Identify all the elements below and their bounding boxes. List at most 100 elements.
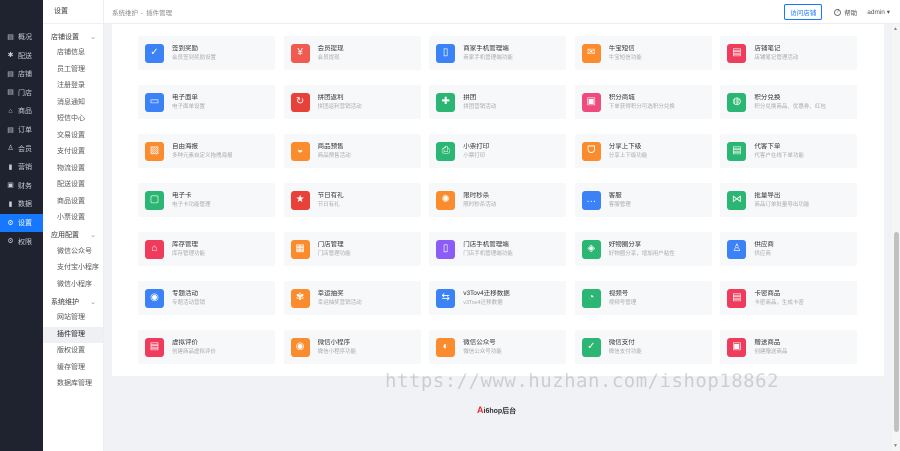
plugin-card[interactable]: ↻ 拼团返利 拼团返利营销活动 [283, 85, 421, 119]
subnav-item[interactable]: 支付设置 [43, 144, 103, 161]
plugin-card[interactable]: ▦ 门店管理 门店管理功能 [283, 232, 421, 266]
subnav-item[interactable]: 版权设置 [43, 343, 103, 360]
plugin-card[interactable]: ★ 节日有礼 节日有礼 [283, 183, 421, 217]
plugin-card[interactable]: ◉ 专题活动 专题活动营销 [138, 281, 275, 315]
subnav-item[interactable]: 员工管理 [43, 62, 103, 79]
plugin-card[interactable]: ▭ 电子面单 电子面单设置 [138, 85, 275, 119]
settings-subnav: 设置 店铺设置 ⌄ 店铺信息 员工管理 注册登录 消息通知 短信中心 交易设置 支付设置 物流设置… [43, 0, 104, 451]
rail-item-5[interactable]: ▤ 订单 [0, 121, 43, 139]
plugin-card[interactable]: ✚ 拼团 拼团营销活动 [429, 85, 567, 119]
plugin-card[interactable]: ▣ 积分商城 下单获得积分可选积分兑换 [574, 85, 712, 119]
rail-item-7[interactable]: ▮ 营销 [0, 158, 43, 176]
subnav-title: 设置 [43, 0, 103, 24]
plugin-title: 积分兑换 [754, 93, 781, 101]
plugin-card[interactable]: ▨ 自由海报 多种元素自定义拖拽海报 [138, 134, 275, 168]
plugin-description: 节日有礼 [317, 201, 340, 208]
plugin-card[interactable]: ▢ 电子卡 电子卡功能管理 [138, 183, 275, 217]
subnav-item[interactable]: 配送设置 [43, 177, 103, 194]
plugin-card[interactable]: ◉ 微信小程序 微信小程序功能 [283, 330, 421, 364]
rail-item-6[interactable]: ♙ 会员 [0, 140, 43, 158]
help-link[interactable]: ? 帮助 [834, 7, 857, 17]
lucky-draw-icon: ✾ [290, 288, 310, 308]
plugin-card[interactable]: ⇆ v3Tov4迁移数据 v3Tov4迁移数据 [429, 281, 567, 315]
plugin-card[interactable]: ✾ 幸运抽奖 幸运抽奖营销活动 [283, 281, 421, 315]
subnav-group[interactable]: 应用配置 ⌄ [43, 227, 103, 244]
scroll-thumb[interactable] [894, 232, 899, 432]
plugin-title: 幸运抽奖 [317, 289, 344, 297]
plugin-card[interactable]: ✺ 限时秒杀 限时秒杀活动 [429, 183, 567, 217]
plugin-description: 商品订单批量导出功能 [754, 201, 810, 208]
rail-item-0[interactable]: ▤ 概况 [0, 28, 43, 46]
plugin-card[interactable]: ⎙ 小票打印 小票打印 [429, 134, 567, 168]
subnav-item[interactable]: 支付宝小程序 [43, 260, 103, 277]
rail-item-8[interactable]: ▣ 财务 [0, 177, 43, 195]
subnav-item[interactable]: 消息通知 [43, 95, 103, 112]
plugin-card[interactable]: ◍ 积分兑换 积分兑换商品、优惠券、红包 [720, 85, 858, 119]
rail-item-10[interactable]: ⚙ 设置 [0, 214, 43, 232]
plugin-description: 多种元素自定义拖拽海报 [172, 152, 233, 159]
plugin-card[interactable]: ◈ 好物圈分享 好物圈分享，增加用户粘性 [574, 232, 712, 266]
plugin-card[interactable]: ▣ 赠送商品 创建赠送商品 [720, 330, 858, 364]
rail-item-9[interactable]: ▮ 数据 [0, 195, 43, 213]
subnav-item[interactable]: 交易设置 [43, 128, 103, 145]
plugin-card[interactable]: ⋈ 批量导出 商品订单批量导出功能 [720, 183, 858, 217]
visit-store-button[interactable]: 访问店铺 [784, 4, 823, 20]
subnav-item[interactable]: 插件管理 [43, 326, 103, 343]
mobile-admin-icon: ▯ [436, 43, 456, 63]
subnav-item[interactable]: 缓存管理 [43, 360, 103, 377]
subnav-item[interactable]: 网站管理 [43, 310, 103, 327]
rail-item-1[interactable]: ✱ 配送 [0, 47, 43, 65]
user-menu[interactable]: admin ▾ [867, 8, 890, 16]
subnav-item[interactable]: 数据库管理 [43, 376, 103, 393]
subnav-item[interactable]: 注册登录 [43, 78, 103, 95]
subnav-item[interactable]: 短信中心 [43, 111, 103, 128]
subnav-item[interactable]: 商品设置 [43, 194, 103, 211]
plugin-card[interactable]: ✓ 微信支付 微信支付功能 [574, 330, 712, 364]
subnav-item[interactable]: 微信公众号 [43, 244, 103, 261]
subnav-group[interactable]: 店铺设置 ⌄ [43, 28, 103, 45]
subnav-item[interactable]: 店铺信息 [43, 45, 103, 62]
plugin-title: 虚拟评价 [172, 338, 198, 346]
scroll-up-icon[interactable]: ▲ [893, 26, 898, 32]
upgrade-icon: ⚙ [7, 238, 14, 246]
plugin-card[interactable]: ¥ 会员提现 会员提现 [283, 36, 421, 70]
page-scrollbar[interactable]: ▲ ▼ [892, 24, 900, 451]
member-icon: ♙ [7, 145, 14, 153]
printer-icon: ⎙ [436, 141, 456, 161]
scroll-down-icon[interactable]: ▼ [893, 443, 898, 449]
group-rebate-icon: ↻ [290, 92, 310, 112]
plugin-card[interactable]: ▤ 卡密商品 卡密商品，生成卡密 [720, 281, 858, 315]
plugin-description: 客服管理 [608, 201, 631, 208]
plugin-card[interactable]: ◔ 视频号 视频号管理 [574, 281, 712, 315]
waybill-icon: ▭ [145, 92, 164, 112]
rail-item-2[interactable]: ▤ 店铺 [0, 65, 43, 83]
plugin-card[interactable]: ▯ 门店手机管理端 门店手机管理端功能 [429, 232, 567, 266]
plugin-title: 电子卡 [172, 191, 192, 199]
plugin-card[interactable]: ▯ 商家手机管理端 商家手机管理端功能 [429, 36, 567, 70]
subnav-item[interactable]: 物流设置 [43, 161, 103, 178]
plugin-description: 分享上下级功能 [608, 152, 648, 159]
breadcrumb-parent[interactable]: 系统维护 [112, 10, 138, 17]
subnav-item[interactable]: 小票设置 [43, 210, 103, 227]
subnav-group[interactable]: 系统维护 ⌄ [43, 293, 103, 310]
plugin-card[interactable]: ◐ 微信公众号 微信公众号功能 [429, 330, 567, 364]
plugin-title: 商家手机管理端 [463, 44, 509, 52]
rail-item-3[interactable]: ▤ 门店 [0, 84, 43, 102]
plugin-card[interactable]: ✉ 牛宝短信 牛宝短信功能 [574, 36, 712, 70]
wechat-mini-icon: ◉ [290, 337, 310, 357]
plugin-title: 微信公众号 [463, 338, 496, 346]
subnav-item[interactable]: 微信小程序 [43, 277, 103, 294]
rail-item-4[interactable]: ⌂ 商品 [0, 102, 43, 120]
plugin-card[interactable]: ▤ 店铺笔记 店铺笔记管理活动 [720, 36, 858, 70]
plugin-card[interactable]: … 客服 客服管理 [574, 183, 712, 217]
plugin-card[interactable]: ◒ 商品预售 商品预售活动 [283, 134, 421, 168]
plugin-card[interactable]: ᗜ 分享上下级 分享上下级功能 [574, 134, 712, 168]
plugin-description: 商品预售活动 [317, 152, 351, 159]
plugin-card[interactable]: ♙ 供应商 供应商 [720, 232, 858, 266]
plugin-card[interactable]: ▤ 代客下单 代客户在线下单功能 [720, 134, 858, 168]
plugin-card[interactable]: ✓ 签到奖励 会员签到奖励设置 [138, 36, 275, 70]
plugin-title: 小票打印 [463, 142, 490, 150]
plugin-card[interactable]: ⌂ 库存管理 库存管理功能 [138, 232, 275, 266]
rail-item-11[interactable]: ⚙ 权限 [0, 233, 43, 251]
plugin-card[interactable]: ▤ 虚拟评价 创建商品虚拟评价 [138, 330, 275, 364]
